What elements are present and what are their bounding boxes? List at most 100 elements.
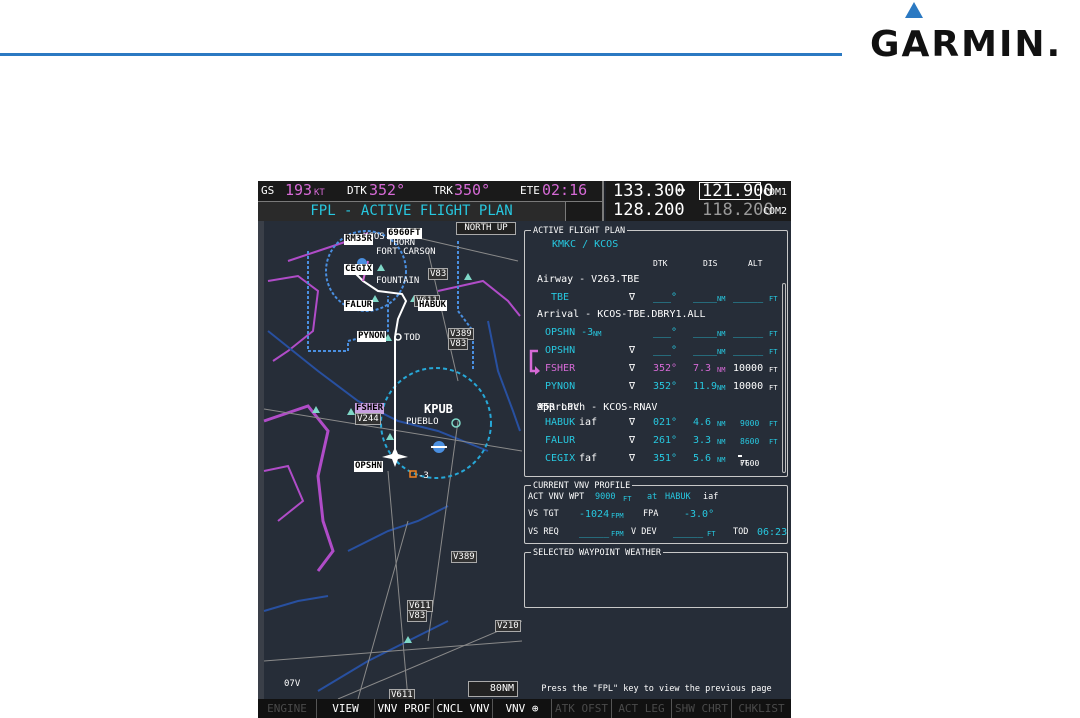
map-range[interactable]: 80NM <box>468 681 518 697</box>
softkey-engine[interactable]: ENGINE <box>258 699 316 718</box>
alt-value: 10000 <box>733 363 764 374</box>
approach-header-b: 35R LPV <box>537 402 580 413</box>
vor-icon <box>451 418 461 428</box>
mfd-display: GS 193 KT DTK 352° TRK 350° ETE 02:16 FP… <box>258 181 791 718</box>
orientation-label[interactable]: NORTH UP <box>456 222 516 235</box>
dis-unit: NM <box>717 438 726 446</box>
ete-label: ETE <box>520 184 540 197</box>
07v-label: 07V <box>284 679 301 689</box>
arrival-header-row: Arrival - KCOS-TBE.DBRY1.ALL <box>525 306 789 324</box>
trk-value: 350° <box>454 181 491 199</box>
flight-plan-scrollbar[interactable] <box>782 283 786 473</box>
alt-value-boxed: 7600 FT <box>738 455 759 468</box>
river <box>347 505 449 552</box>
class-c-boundary <box>457 241 474 371</box>
fpa-value: -3.0° <box>684 509 715 520</box>
softkey-act-leg[interactable]: ACT LEG <box>611 699 671 718</box>
dtk-value: 261° <box>653 435 678 446</box>
v389-tag-2: V389 <box>451 551 477 563</box>
airspace-boundary <box>267 274 320 362</box>
alt-value: _____ <box>733 292 764 303</box>
waypoint-icon <box>347 408 355 415</box>
flight-plan-row[interactable]: OPSHN ∇ ___° ____ NM _____ FT <box>525 342 789 360</box>
flight-plan-row[interactable]: FALUR ∇ 261° 3.3 NM 8600 FT <box>525 432 789 450</box>
alt-value: 9000 <box>740 419 760 428</box>
dis-value: ____ <box>693 292 718 303</box>
ownship-aircraft-icon <box>382 447 408 467</box>
softkey-vnv-direct-to[interactable]: VNV ⊕ <box>492 699 551 718</box>
dtk-value: ___° <box>653 327 678 338</box>
route-row: KMKC / KCOS <box>525 236 789 254</box>
trk-label: TRK <box>433 184 453 197</box>
softkey-cncl-vnv[interactable]: CNCL VNV <box>433 699 492 718</box>
vs-tgt-unit: FPM <box>611 512 624 520</box>
dis-unit: NM <box>717 295 726 303</box>
dis-unit: NM <box>717 456 726 464</box>
waypoint-suffix: iaf <box>579 417 598 428</box>
softkey-vnv-prof[interactable]: VNV PROF <box>374 699 433 718</box>
habuk-tag: HABUK <box>418 300 448 311</box>
alt-value: _____ <box>733 327 764 338</box>
com2-active-frequency[interactable]: 128.200 <box>613 200 685 220</box>
softkey-chklist[interactable]: CHKLIST <box>731 699 791 718</box>
route-label: KMKC / KCOS <box>552 239 619 250</box>
alt-value: 10000 <box>733 381 764 392</box>
vs-req-row: VS REQ _____ FPM V DEV _____ FT TOD 06:2… <box>525 524 789 542</box>
waypoint-suffix: NM <box>593 330 602 338</box>
at-label: at <box>647 492 658 502</box>
alt-unit: FT <box>740 459 749 467</box>
kpub-label: KPUB <box>424 402 453 416</box>
tod-label: TOD <box>733 527 749 537</box>
vs-req-value: _____ <box>579 527 610 538</box>
fort-carson-label: FORT CARSON <box>376 247 436 257</box>
flight-plan-pane: ACTIVE FLIGHT PLAN KMKC / KCOS DTK DIS A… <box>522 221 791 699</box>
pueblo-label: PUEBLO <box>406 417 439 427</box>
flight-plan-row[interactable]: CEGIX faf ∇ 351° 5.6 NM 7600 FT <box>525 450 789 468</box>
swap-arrow-icon[interactable]: ↔ <box>677 182 685 198</box>
navigation-map[interactable]: NORTH UP KCOS RM35R 6960FT THORN FORT CA… <box>258 221 522 701</box>
softkey-atk-ofst[interactable]: ATK OFST <box>551 699 611 718</box>
flight-plan-row[interactable]: TBE ∇ ___° ____ NM _____ FT <box>525 289 789 307</box>
gs-value: 193 <box>285 181 313 199</box>
flight-plan-row[interactable]: PYNON ∇ 352° 11.9 NM 10000 FT <box>525 378 789 396</box>
pynon-tag: PYNON <box>357 331 387 342</box>
flight-plan-row[interactable]: HABUK iaf ∇ 021° 4.6 NM 9000 FT <box>525 414 789 432</box>
waypoint-name: OPSHN -3 <box>545 327 594 338</box>
map-graphics <box>258 221 522 699</box>
gs-unit: KT <box>314 188 325 198</box>
alt-unit: FT <box>769 438 778 446</box>
softkey-view[interactable]: VIEW <box>316 699 374 718</box>
vdev-unit: FT <box>707 530 716 538</box>
waypoint-suffix: faf <box>579 453 598 464</box>
dtk-value: 352° <box>369 181 406 199</box>
com1-active-frequency[interactable]: 133.300 <box>613 181 685 201</box>
offset-label: -3 <box>418 471 429 481</box>
softkey-shw-chrt[interactable]: SHW CHRT <box>671 699 731 718</box>
act-vnv-altitude-unit: FT <box>623 495 632 503</box>
alt-value: _____ <box>733 345 764 356</box>
garmin-logo-triangle-icon <box>905 2 923 18</box>
dis-unit: NM <box>717 366 726 374</box>
dis-unit: NM <box>717 384 726 392</box>
wpt-type-icon: ∇ <box>629 453 636 464</box>
act-vnv-label: ACT VNV WPT <box>528 492 585 502</box>
flight-plan-row[interactable]: OPSHN -3 NM ___° ____ NM _____ FT <box>525 324 789 342</box>
alt-unit: FT <box>769 366 778 374</box>
dis-value: 7.3 <box>693 363 712 374</box>
approach-header-row: Approach - KCOS-RNAV GPS 35R LPV <box>525 396 789 414</box>
airspace-boundary <box>263 464 305 522</box>
active-flight-plan-title: ACTIVE FLIGHT PLAN <box>531 226 628 236</box>
vs-tgt-label: VS TGT <box>528 509 559 519</box>
dtk-value: 352° <box>653 381 678 392</box>
ete-value: 02:16 <box>542 181 588 199</box>
dtk-column-header: DTK <box>653 259 668 268</box>
vs-tgt-value: -1024 <box>579 509 610 520</box>
cegix-tag: CEGIX <box>344 264 374 275</box>
dis-value: 3.3 <box>693 435 712 446</box>
airway-header: Airway - V263.TBE <box>537 274 640 285</box>
waypoint-name: TBE <box>551 292 570 303</box>
waypoint-weather-box: SELECTED WAYPOINT WEATHER <box>524 548 788 608</box>
garmin-logo-text: GARMIN. <box>870 24 1063 65</box>
vdev-label: V DEV <box>631 527 657 537</box>
flight-plan-row-active[interactable]: FSHER ∇ 352° 7.3 NM 10000 FT <box>525 360 789 378</box>
